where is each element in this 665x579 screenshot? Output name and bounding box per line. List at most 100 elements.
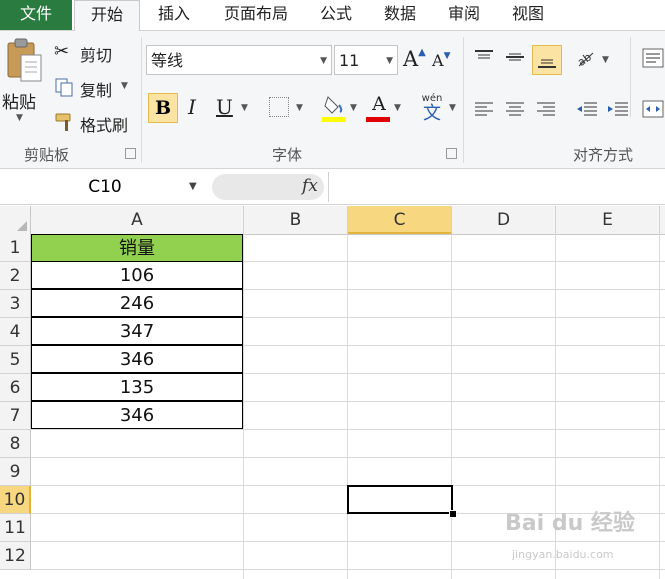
row-header-8[interactable]: 8 xyxy=(0,430,31,458)
fill-color-dropdown-icon[interactable]: ▼ xyxy=(350,103,357,113)
cell-a2[interactable]: 106 xyxy=(31,261,243,289)
cell-a1[interactable]: 销量 xyxy=(31,234,243,262)
orientation-dropdown-icon[interactable]: ▼ xyxy=(602,55,609,65)
cut-label[interactable]: 剪切 xyxy=(80,42,112,66)
chevron-down-icon: ▼ xyxy=(320,56,327,66)
cell-a6[interactable]: 135 xyxy=(31,373,243,401)
name-box[interactable]: C10 xyxy=(0,172,210,202)
font-size-select[interactable]: 11 ▼ xyxy=(334,45,398,75)
align-bottom-icon xyxy=(538,59,556,68)
increase-indent-icon[interactable] xyxy=(607,101,629,117)
border-icon[interactable] xyxy=(269,97,289,117)
align-middle-icon[interactable] xyxy=(505,49,525,65)
merge-center-icon[interactable] xyxy=(642,99,664,119)
font-dialog-launcher-icon[interactable] xyxy=(446,148,457,159)
cell-a5[interactable]: 346 xyxy=(31,345,243,373)
fill-handle[interactable] xyxy=(449,510,457,518)
format-painter-icon[interactable] xyxy=(54,111,76,133)
paste-dropdown-icon[interactable]: ▼ xyxy=(16,113,23,123)
row-header-9[interactable]: 9 xyxy=(0,458,31,486)
row-header-11[interactable]: 11 xyxy=(0,514,31,542)
select-all-button[interactable] xyxy=(0,206,31,234)
font-size-value: 11 xyxy=(339,51,360,70)
column-header-e[interactable]: E xyxy=(556,206,660,234)
copy-dropdown-icon[interactable]: ▼ xyxy=(121,81,128,91)
gridline xyxy=(451,234,452,579)
tab-formulas[interactable]: 公式 xyxy=(310,0,362,30)
row-header-3[interactable]: 3 xyxy=(0,290,31,318)
tab-review[interactable]: 审阅 xyxy=(436,0,492,30)
grow-font-button[interactable]: A▲ xyxy=(403,47,426,71)
insert-function-button[interactable]: fx xyxy=(302,176,318,196)
underline-dropdown-icon[interactable]: ▼ xyxy=(241,103,248,113)
italic-button[interactable]: I xyxy=(188,95,196,119)
formula-input[interactable] xyxy=(328,172,665,202)
align-bottom-button[interactable] xyxy=(532,45,562,75)
watermark-url: jingyan.baidu.com xyxy=(512,548,614,561)
clipboard-paste-icon xyxy=(7,38,42,82)
font-color-swatch xyxy=(366,117,390,122)
align-left-icon[interactable] xyxy=(474,101,494,117)
column-header-d[interactable]: D xyxy=(452,206,556,234)
cell-a4[interactable]: 347 xyxy=(31,317,243,345)
row-header-7[interactable]: 7 xyxy=(0,402,31,430)
column-header-b[interactable]: B xyxy=(244,206,348,234)
tab-page-layout[interactable]: 页面布局 xyxy=(210,0,302,30)
row-header-2[interactable]: 2 xyxy=(0,262,31,290)
paint-bucket-icon xyxy=(322,96,346,122)
font-color-letter: A xyxy=(372,93,386,115)
orientation-icon[interactable]: ab xyxy=(575,47,597,69)
tab-insert[interactable]: 插入 xyxy=(146,0,202,30)
group-divider xyxy=(630,37,631,117)
column-header-c[interactable]: C xyxy=(348,206,452,234)
shrink-font-button[interactable]: A▼ xyxy=(432,51,450,70)
copy-icon[interactable] xyxy=(54,77,74,97)
align-top-icon[interactable] xyxy=(474,49,494,65)
copy-label[interactable]: 复制 xyxy=(80,77,112,101)
arrow-down-icon: ▼ xyxy=(443,51,451,61)
tab-data[interactable]: 数据 xyxy=(372,0,428,30)
column-header-bar: A B C D E xyxy=(0,206,665,235)
phonetic-dropdown-icon[interactable]: ▼ xyxy=(449,103,456,113)
tab-view[interactable]: 视图 xyxy=(500,0,556,30)
format-painter-label[interactable]: 格式刷 xyxy=(80,112,128,136)
active-cell-c10[interactable] xyxy=(347,485,453,514)
group-divider xyxy=(463,37,464,163)
row-header-5[interactable]: 5 xyxy=(0,346,31,374)
row-header-10[interactable]: 10 xyxy=(0,486,31,514)
font-color-button[interactable]: A xyxy=(366,93,392,123)
font-color-dropdown-icon[interactable]: ▼ xyxy=(394,103,401,113)
column-header-a[interactable]: A xyxy=(31,206,244,234)
align-right-icon[interactable] xyxy=(536,101,556,117)
fill-color-button[interactable] xyxy=(322,93,348,123)
chevron-down-icon: ▼ xyxy=(386,56,393,66)
gridline xyxy=(31,457,665,458)
row-header-1[interactable]: 1 xyxy=(0,234,31,262)
tab-home[interactable]: 开始 xyxy=(74,0,140,32)
cell-a7[interactable]: 346 xyxy=(31,401,243,429)
decrease-indent-icon[interactable] xyxy=(576,101,598,117)
phonetic-button[interactable]: wén 文 xyxy=(417,93,447,125)
tab-file[interactable]: 文件 xyxy=(0,0,72,30)
gridline xyxy=(347,234,348,579)
font-name-select[interactable]: 等线 ▼ xyxy=(146,45,332,75)
align-center-icon[interactable] xyxy=(505,101,525,117)
gridline xyxy=(243,234,244,579)
ribbon-tab-bar: 文件 开始 插入 页面布局 公式 数据 审阅 视图 xyxy=(0,0,665,32)
cell-a3[interactable]: 246 xyxy=(31,289,243,317)
bold-button[interactable]: B xyxy=(148,93,178,123)
scissors-icon[interactable]: ✂ xyxy=(54,41,69,62)
border-dropdown-icon[interactable]: ▼ xyxy=(296,103,303,113)
name-box-dropdown-icon[interactable]: ▼ xyxy=(189,172,197,202)
wrap-text-icon[interactable] xyxy=(642,47,664,69)
paste-label[interactable]: 粘贴 xyxy=(2,88,36,113)
ribbon-home: 粘贴 ▼ ✂ 剪切 复制 ▼ 格式刷 剪贴板 等线 ▼ 11 ▼ A▲ A▼ B… xyxy=(0,31,665,169)
row-header-6[interactable]: 6 xyxy=(0,374,31,402)
underline-button[interactable]: U xyxy=(216,95,233,119)
alignment-group-label: 对齐方式 xyxy=(573,146,634,164)
clipboard-dialog-launcher-icon[interactable] xyxy=(125,148,136,159)
row-header-4[interactable]: 4 xyxy=(0,318,31,346)
paste-button[interactable] xyxy=(4,37,44,89)
row-header-12[interactable]: 12 xyxy=(0,542,31,570)
font-group-label: 字体 xyxy=(272,146,303,164)
